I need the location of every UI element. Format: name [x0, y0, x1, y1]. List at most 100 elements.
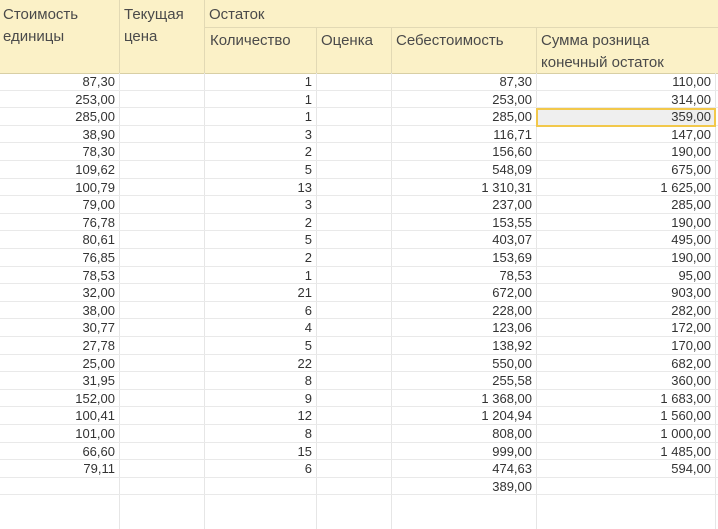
cell-retail-sum[interactable]: 1 000,00 [537, 425, 715, 442]
cell-quantity[interactable]: 15 [205, 443, 316, 460]
cell-valuation[interactable] [317, 460, 391, 477]
cell-valuation[interactable] [317, 443, 391, 460]
table-row[interactable]: 109,62 5 548,09 675,00 [0, 161, 718, 179]
cell-retail-sum[interactable]: 314,00 [537, 91, 715, 108]
cell-valuation[interactable] [317, 337, 391, 354]
header-balance-group[interactable]: Остаток [209, 4, 265, 26]
cell-cost[interactable]: 672,00 [392, 284, 536, 301]
cell-valuation[interactable] [317, 407, 391, 424]
cell-unit-cost[interactable]: 100,79 [0, 179, 119, 196]
cell-quantity[interactable]: 8 [205, 425, 316, 442]
cell-cost[interactable]: 116,71 [392, 126, 536, 143]
cell-cost[interactable]: 1 310,31 [392, 179, 536, 196]
cell-quantity[interactable] [205, 478, 316, 495]
table-row[interactable]: 101,00 8 808,00 1 000,00 [0, 425, 718, 443]
table-row[interactable]: 27,78 5 138,92 170,00 [0, 337, 718, 355]
cell-retail-sum[interactable]: 360,00 [537, 372, 715, 389]
cell-retail-sum[interactable]: 594,00 [537, 460, 715, 477]
cell-valuation[interactable] [317, 249, 391, 266]
table-row[interactable]: 78,30 2 156,60 190,00 [0, 143, 718, 161]
table-row[interactable]: 79,11 6 474,63 594,00 [0, 460, 718, 478]
cell-quantity[interactable]: 6 [205, 302, 316, 319]
cell-retail-sum[interactable]: 495,00 [537, 231, 715, 248]
cell-current-price[interactable] [120, 126, 204, 143]
cell-current-price[interactable] [120, 214, 204, 231]
table-row[interactable]: 100,79 13 1 310,31 1 625,00 [0, 179, 718, 197]
cell-cost[interactable]: 1 368,00 [392, 390, 536, 407]
cell-current-price[interactable] [120, 425, 204, 442]
cell-valuation[interactable] [317, 302, 391, 319]
cell-quantity[interactable]: 5 [205, 231, 316, 248]
cell-quantity[interactable]: 12 [205, 407, 316, 424]
cell-valuation[interactable] [317, 161, 391, 178]
cell-quantity[interactable]: 22 [205, 355, 316, 372]
cell-retail-sum[interactable]: 675,00 [537, 161, 715, 178]
cell-cost[interactable]: 474,63 [392, 460, 536, 477]
cell-cost[interactable]: 253,00 [392, 91, 536, 108]
table-row[interactable]: 100,41 12 1 204,94 1 560,00 [0, 407, 718, 425]
cell-unit-cost[interactable]: 31,95 [0, 372, 119, 389]
cell-retail-sum[interactable]: 190,00 [537, 249, 715, 266]
cell-quantity[interactable]: 1 [205, 91, 316, 108]
table-row[interactable]: 285,00 1 285,00 359,00 [0, 108, 718, 128]
cell-cost[interactable]: 87,30 [392, 73, 536, 90]
cell-unit-cost[interactable]: 38,90 [0, 126, 119, 143]
table-row[interactable]: 78,53 1 78,53 95,00 [0, 267, 718, 285]
cell-current-price[interactable] [120, 390, 204, 407]
cell-unit-cost[interactable]: 38,00 [0, 302, 119, 319]
cell-retail-sum[interactable]: 172,00 [537, 319, 715, 336]
cell-current-price[interactable] [120, 460, 204, 477]
cell-retail-sum[interactable]: 1 625,00 [537, 179, 715, 196]
cell-unit-cost[interactable]: 79,00 [0, 196, 119, 213]
cell-unit-cost[interactable]: 101,00 [0, 425, 119, 442]
cell-unit-cost[interactable]: 285,00 [0, 108, 119, 125]
header-valuation[interactable]: Оценка [321, 30, 373, 52]
table-row[interactable]: 152,00 9 1 368,00 1 683,00 [0, 390, 718, 408]
cell-cost[interactable]: 123,06 [392, 319, 536, 336]
cell-cost[interactable]: 237,00 [392, 196, 536, 213]
cell-quantity[interactable]: 2 [205, 214, 316, 231]
cell-valuation[interactable] [317, 284, 391, 301]
cell-cost[interactable]: 153,55 [392, 214, 536, 231]
cell-unit-cost[interactable]: 25,00 [0, 355, 119, 372]
cell-valuation[interactable] [317, 196, 391, 213]
header-current-price[interactable]: Текущая цена [124, 4, 184, 48]
cell-cost[interactable]: 550,00 [392, 355, 536, 372]
cell-unit-cost[interactable]: 30,77 [0, 319, 119, 336]
cell-unit-cost[interactable]: 32,00 [0, 284, 119, 301]
cell-retail-sum[interactable]: 110,00 [537, 73, 715, 90]
cell-quantity[interactable]: 5 [205, 337, 316, 354]
cell-unit-cost[interactable]: 78,30 [0, 143, 119, 160]
table-row[interactable]: 87,30 1 87,30 110,00 [0, 73, 718, 91]
cell-current-price[interactable] [120, 143, 204, 160]
cell-current-price[interactable] [120, 284, 204, 301]
cell-cost[interactable]: 153,69 [392, 249, 536, 266]
cell-current-price[interactable] [120, 161, 204, 178]
table-row[interactable]: 38,00 6 228,00 282,00 [0, 302, 718, 320]
cell-valuation[interactable] [317, 478, 391, 495]
cell-retail-sum[interactable]: 282,00 [537, 302, 715, 319]
cell-current-price[interactable] [120, 302, 204, 319]
table-row[interactable]: 38,90 3 116,71 147,00 [0, 126, 718, 144]
cell-current-price[interactable] [120, 249, 204, 266]
cell-valuation[interactable] [317, 126, 391, 143]
cell-current-price[interactable] [120, 73, 204, 90]
cell-retail-sum[interactable]: 1 485,00 [537, 443, 715, 460]
cell-unit-cost[interactable]: 76,85 [0, 249, 119, 266]
cell-retail-sum[interactable]: 903,00 [537, 284, 715, 301]
cell-cost[interactable]: 156,60 [392, 143, 536, 160]
cell-quantity[interactable]: 5 [205, 161, 316, 178]
cell-valuation[interactable] [317, 319, 391, 336]
cell-retail-sum[interactable]: 190,00 [537, 214, 715, 231]
cell-cost[interactable]: 228,00 [392, 302, 536, 319]
cell-unit-cost[interactable]: 27,78 [0, 337, 119, 354]
cell-retail-sum[interactable]: 147,00 [537, 126, 715, 143]
cell-quantity[interactable]: 1 [205, 73, 316, 90]
table-row[interactable]: 66,60 15 999,00 1 485,00 [0, 443, 718, 461]
cell-unit-cost[interactable]: 100,41 [0, 407, 119, 424]
cell-valuation[interactable] [317, 214, 391, 231]
header-cost[interactable]: Себестоимость [396, 30, 504, 52]
cell-current-price[interactable] [120, 91, 204, 108]
cell-unit-cost[interactable]: 152,00 [0, 390, 119, 407]
table-row[interactable]: 30,77 4 123,06 172,00 [0, 319, 718, 337]
